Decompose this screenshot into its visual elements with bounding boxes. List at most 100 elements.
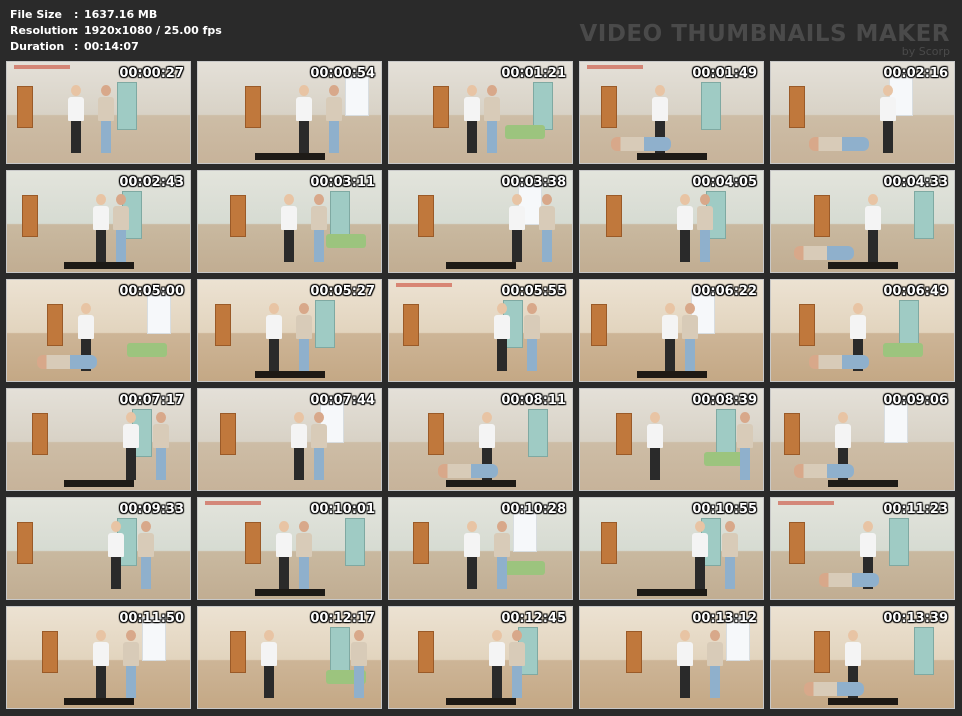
figure-graphic: [350, 630, 368, 700]
figure-graphic: [809, 355, 869, 369]
timestamp-label: 00:03:11: [310, 175, 375, 190]
window-graphic: [345, 518, 365, 566]
subtitle-bar: [636, 589, 707, 596]
timestamp-label: 00:12:45: [501, 611, 566, 626]
video-thumbnail: 00:07:44: [197, 388, 382, 491]
video-thumbnail: 00:03:38: [388, 170, 573, 273]
door-graphic: [814, 195, 830, 237]
figure-graphic: [295, 85, 313, 155]
file-size-row: File Size : 1637.16 MB: [10, 7, 222, 23]
figure-graphic: [794, 246, 854, 260]
figure-graphic: [661, 303, 679, 373]
duration-row: Duration : 00:14:07: [10, 39, 222, 55]
window-graphic: [716, 409, 736, 457]
video-thumbnail: 00:02:16: [770, 61, 955, 164]
file-info-panel: File Size : 1637.16 MB Resolution : 1920…: [10, 7, 222, 55]
figure-graphic: [325, 85, 343, 155]
figure-graphic: [265, 303, 283, 373]
figure-graphic: [112, 194, 130, 264]
figure-graphic: [438, 464, 498, 478]
figure-graphic: [508, 630, 526, 700]
timestamp-label: 00:07:17: [119, 393, 184, 408]
figure-graphic: [488, 630, 506, 700]
door-graphic: [22, 195, 38, 237]
window-graphic: [330, 627, 350, 675]
door-graphic: [230, 631, 246, 673]
timestamp-label: 00:13:39: [883, 611, 948, 626]
video-thumbnail: 00:06:49: [770, 279, 955, 382]
door-graphic: [814, 631, 830, 673]
video-thumbnail: 00:08:11: [388, 388, 573, 491]
video-thumbnail: 00:00:54: [197, 61, 382, 164]
figure-graphic: [879, 85, 897, 155]
video-thumbnail: 00:13:12: [579, 606, 764, 709]
door-graphic: [230, 195, 246, 237]
figure-graphic: [681, 303, 699, 373]
subtitle-bar: [445, 698, 516, 705]
timestamp-label: 00:01:49: [692, 66, 757, 81]
video-thumbnail: 00:08:39: [579, 388, 764, 491]
timestamp-label: 00:00:27: [119, 66, 184, 81]
timestamp-label: 00:12:17: [310, 611, 375, 626]
site-watermark: [14, 65, 70, 69]
window-graphic: [889, 518, 909, 566]
file-size-value: 1637.16 MB: [84, 8, 158, 21]
window-graphic: [330, 191, 350, 239]
door-graphic: [413, 522, 429, 564]
timestamp-label: 00:10:01: [310, 502, 375, 517]
door-graphic: [428, 413, 444, 455]
door-graphic: [42, 631, 58, 673]
subtitle-bar: [445, 480, 516, 487]
figure-graphic: [721, 521, 739, 591]
video-thumbnail: 00:04:33: [770, 170, 955, 273]
video-thumbnail: 00:09:33: [6, 497, 191, 600]
figure-graphic: [275, 521, 293, 591]
door-graphic: [418, 195, 434, 237]
timestamp-label: 00:08:11: [501, 393, 566, 408]
figure-graphic: [463, 521, 481, 591]
subtitle-bar: [63, 698, 134, 705]
subtitle-bar: [827, 262, 898, 269]
door-graphic: [403, 304, 419, 346]
timestamp-label: 00:11:23: [883, 502, 948, 517]
figure-graphic: [290, 412, 308, 482]
video-thumbnail: 00:12:45: [388, 606, 573, 709]
figure-graphic: [696, 194, 714, 264]
timestamp-label: 00:11:50: [119, 611, 184, 626]
subtitle-bar: [254, 153, 325, 160]
duration-value: 00:14:07: [84, 40, 139, 53]
video-thumbnail: 00:00:27: [6, 61, 191, 164]
subtitle-bar: [254, 589, 325, 596]
colon: :: [74, 40, 79, 53]
subtitle-bar: [636, 153, 707, 160]
door-graphic: [32, 413, 48, 455]
figure-graphic: [92, 630, 110, 700]
figure-graphic: [676, 194, 694, 264]
timestamp-label: 00:06:22: [692, 284, 757, 299]
window-graphic: [701, 82, 721, 130]
door-graphic: [220, 413, 236, 455]
figure-graphic: [819, 573, 879, 587]
door-graphic: [601, 522, 617, 564]
figure-graphic: [295, 303, 313, 373]
colon: :: [74, 24, 79, 37]
video-thumbnail: 00:09:06: [770, 388, 955, 491]
door-graphic: [799, 304, 815, 346]
figure-graphic: [493, 521, 511, 591]
timestamp-label: 00:13:12: [692, 611, 757, 626]
timestamp-label: 00:00:54: [310, 66, 375, 81]
resolution-row: Resolution : 1920x1080 / 25.00 fps: [10, 23, 222, 39]
figure-graphic: [611, 137, 671, 151]
video-thumbnail: 00:02:43: [6, 170, 191, 273]
figure-graphic: [794, 464, 854, 478]
video-thumbnail: 00:05:27: [197, 279, 382, 382]
video-thumbnail: 00:13:39: [770, 606, 955, 709]
timestamp-label: 00:02:16: [883, 66, 948, 81]
timestamp-label: 00:01:21: [501, 66, 566, 81]
timestamp-label: 00:03:38: [501, 175, 566, 190]
door-graphic: [591, 304, 607, 346]
site-watermark: [205, 501, 261, 505]
figure-graphic: [92, 194, 110, 264]
door-graphic: [601, 86, 617, 128]
video-thumbnail: 00:05:00: [6, 279, 191, 382]
